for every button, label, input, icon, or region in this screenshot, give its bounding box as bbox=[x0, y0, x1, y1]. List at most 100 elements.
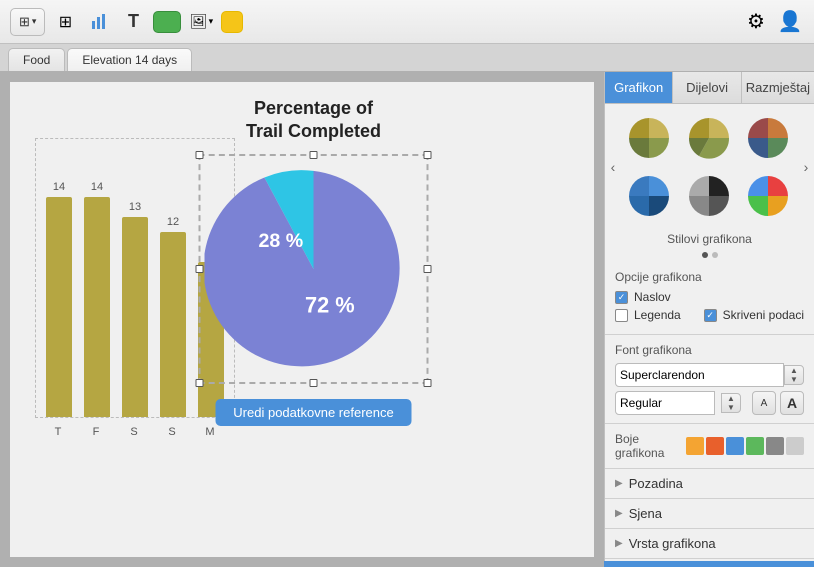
tabs-bar: Food Elevation 14 days bbox=[0, 44, 814, 72]
bar-item-2: 13 bbox=[122, 201, 148, 417]
styles-picker-row: ‹ bbox=[605, 104, 814, 230]
add-dropdown-icon: ▾ bbox=[32, 16, 37, 27]
naslov-checkbox[interactable]: ✓ bbox=[615, 291, 628, 304]
panel-tab-razmjestaj[interactable]: Razmještaj bbox=[742, 72, 814, 103]
handle-tr bbox=[424, 151, 432, 159]
weight-stepper-up[interactable]: ▲ bbox=[722, 394, 740, 403]
bar-item-1: 14 bbox=[84, 181, 110, 417]
handle-bl bbox=[196, 379, 204, 387]
toolbar: ⊞ ▾ ⊞ T 🖼 ▾ ⚙ 👤 bbox=[0, 0, 814, 44]
media-button[interactable]: 🖼 ▾ bbox=[187, 8, 215, 36]
pie-chart-container[interactable]: 28 % 72 % bbox=[199, 154, 429, 384]
style-item-4[interactable] bbox=[683, 170, 735, 222]
dot-1 bbox=[712, 252, 718, 258]
handle-tl bbox=[196, 151, 204, 159]
font-size-group: A A bbox=[752, 391, 804, 415]
swatch-4[interactable] bbox=[766, 437, 784, 455]
sticky-button[interactable] bbox=[221, 11, 243, 33]
weight-stepper-down[interactable]: ▼ bbox=[722, 403, 740, 412]
opcije-section: Opcije grafikona ✓ Naslov Legenda ✓ Skri… bbox=[605, 262, 814, 335]
pozadina-section[interactable]: ▶ Pozadina bbox=[605, 469, 814, 499]
chart-button[interactable] bbox=[85, 8, 113, 36]
sjena-section[interactable]: ▶ Sjena bbox=[605, 499, 814, 529]
bar-0 bbox=[46, 197, 72, 417]
dot-0 bbox=[702, 252, 708, 258]
vrsta-chevron: ▶ bbox=[615, 538, 623, 549]
svg-text:72 %: 72 % bbox=[305, 292, 355, 317]
vrsta-label: Vrsta grafikona bbox=[629, 536, 716, 551]
styles-grid bbox=[621, 108, 798, 226]
font-size-small-btn[interactable]: A bbox=[752, 391, 776, 415]
right-panel: Grafikon Dijelovi Razmještaj ‹ bbox=[604, 72, 814, 567]
opcije-title: Opcije grafikona bbox=[615, 270, 804, 284]
pie-svg: 28 % 72 % bbox=[205, 160, 423, 378]
style-item-3[interactable] bbox=[623, 170, 675, 222]
font-section: Font grafikona Superclarendon ▲ ▼ Regula… bbox=[605, 335, 814, 424]
handle-ml bbox=[196, 265, 204, 273]
style-item-0[interactable] bbox=[623, 112, 675, 164]
font-size-large-btn[interactable]: A bbox=[780, 391, 804, 415]
grid-view-button[interactable]: ⊞ bbox=[51, 8, 79, 36]
sjena-chevron: ▶ bbox=[615, 508, 623, 519]
naslov-label: Naslov bbox=[634, 290, 671, 304]
canvas-content: 14 14 13 12 bbox=[10, 82, 594, 557]
bar-1 bbox=[84, 197, 110, 417]
color-swatches bbox=[686, 437, 804, 455]
boje-title: Boje grafikona bbox=[615, 432, 686, 460]
main-area: 14 14 13 12 bbox=[0, 72, 814, 567]
bar-2 bbox=[122, 217, 148, 417]
text-button[interactable]: T bbox=[119, 8, 147, 36]
font-family-stepper[interactable]: ▲ ▼ bbox=[784, 365, 804, 385]
naslov-row: ✓ Naslov bbox=[615, 290, 804, 304]
svg-text:28 %: 28 % bbox=[258, 230, 303, 252]
add-icon: ⊞ bbox=[19, 14, 30, 30]
pie-title: Percentage of Trail Completed bbox=[246, 97, 381, 144]
font-family-select[interactable]: Superclarendon bbox=[615, 363, 784, 387]
canvas-area: 14 14 13 12 bbox=[0, 72, 604, 567]
stepper-up[interactable]: ▲ bbox=[785, 366, 803, 375]
style-item-5[interactable] bbox=[742, 170, 794, 222]
vrsta-section[interactable]: ▶ Vrsta grafikona bbox=[605, 529, 814, 559]
styles-dots bbox=[605, 252, 814, 258]
styles-prev-arrow[interactable]: ‹ bbox=[605, 159, 621, 175]
handle-tm bbox=[310, 151, 318, 159]
shape-button[interactable] bbox=[153, 11, 181, 33]
add-button[interactable]: ⊞ ▾ bbox=[10, 8, 45, 36]
panel-tab-dijelovi[interactable]: Dijelovi bbox=[673, 72, 741, 103]
handle-bm bbox=[310, 379, 318, 387]
swatch-3[interactable] bbox=[746, 437, 764, 455]
bar-item-0: 14 bbox=[46, 181, 72, 417]
colors-row: Boje grafikona bbox=[615, 432, 804, 460]
bar-item-3: 12 bbox=[160, 216, 186, 417]
stepper-down[interactable]: ▼ bbox=[785, 375, 803, 384]
legenda-label: Legenda bbox=[634, 308, 681, 322]
style-item-1[interactable] bbox=[683, 112, 735, 164]
swatch-2[interactable] bbox=[726, 437, 744, 455]
boje-section: Boje grafikona bbox=[605, 424, 814, 469]
font-weight-stepper[interactable]: ▲ ▼ bbox=[721, 393, 741, 413]
share-button[interactable]: 👤 bbox=[776, 8, 804, 36]
style-item-2[interactable] bbox=[742, 112, 794, 164]
skriveni-checkbox[interactable]: ✓ bbox=[704, 309, 717, 322]
font-family-row: Superclarendon ▲ ▼ bbox=[615, 363, 804, 387]
tab-food[interactable]: Food bbox=[8, 48, 65, 71]
font-title: Font grafikona bbox=[615, 343, 804, 357]
skriveni-label: Skriveni podaci bbox=[723, 308, 804, 322]
handle-br bbox=[424, 379, 432, 387]
panel-tab-grafikon[interactable]: Grafikon bbox=[605, 72, 673, 103]
swatch-1[interactable] bbox=[706, 437, 724, 455]
tab-elevation[interactable]: Elevation 14 days bbox=[67, 48, 192, 71]
account-button[interactable]: ⚙ bbox=[742, 8, 770, 36]
font-weight-row: Regular ▲ ▼ A A bbox=[615, 391, 804, 415]
styles-next-arrow[interactable]: › bbox=[798, 159, 814, 175]
panel-tabs: Grafikon Dijelovi Razmještaj bbox=[605, 72, 814, 104]
swatch-5[interactable] bbox=[786, 437, 804, 455]
font-weight-select[interactable]: Regular bbox=[615, 391, 715, 415]
legenda-checkbox[interactable] bbox=[615, 309, 628, 322]
handle-mr bbox=[424, 265, 432, 273]
pie-section: Percentage of Trail Completed bbox=[199, 97, 429, 426]
pozadina-chevron: ▶ bbox=[615, 478, 623, 489]
swatch-0[interactable] bbox=[686, 437, 704, 455]
edit-data-refs-button[interactable]: Uredi podatkovne reference bbox=[215, 399, 411, 426]
legenda-row: Legenda ✓ Skriveni podaci bbox=[615, 308, 804, 322]
